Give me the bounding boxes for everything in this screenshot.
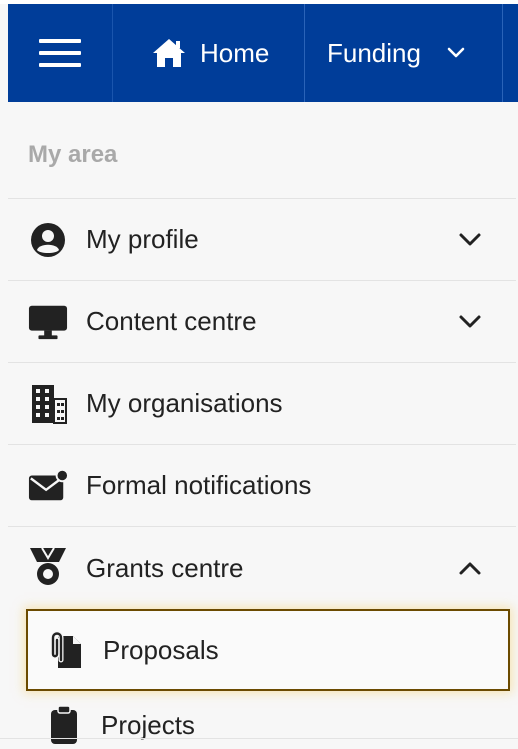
user-circle-icon — [28, 220, 68, 260]
menu-item-label: Formal notifications — [86, 470, 312, 500]
menu-item-label: My organisations — [86, 388, 283, 418]
chevron-down-icon[interactable] — [458, 310, 482, 334]
menu-item-label: Content centre — [86, 306, 257, 336]
menu-toggle-button[interactable] — [8, 4, 112, 102]
clipboard-icon — [46, 705, 82, 745]
submenu-item-proposals[interactable]: Proposals — [26, 609, 510, 691]
nav-funding-dropdown[interactable]: Funding — [327, 4, 465, 102]
header-divider — [502, 4, 503, 102]
side-menu: My area My profile Content centre My org… — [8, 112, 516, 749]
submenu-item-label: Projects — [101, 709, 195, 740]
chevron-down-icon — [447, 47, 465, 58]
submenu-item-label: Proposals — [103, 634, 219, 665]
menu-item-label: My profile — [86, 224, 199, 254]
hamburger-icon — [39, 39, 81, 67]
chevron-up-icon[interactable] — [458, 556, 482, 580]
submenu-item-projects[interactable]: Projects — [8, 691, 516, 749]
menu-item-grants-centre[interactable]: Grants centre — [8, 527, 516, 609]
medal-icon — [28, 547, 68, 588]
header-divider — [112, 4, 113, 102]
menu-item-formal-notifications[interactable]: Formal notifications — [8, 445, 516, 527]
page: Home Funding My area My profile Content … — [0, 0, 518, 749]
menu-item-content-centre[interactable]: Content centre — [8, 281, 516, 363]
home-icon — [153, 39, 185, 67]
menu-section-title: My area — [8, 112, 516, 199]
menu-bottom-divider — [0, 738, 518, 739]
monitor-icon — [28, 302, 68, 342]
menu-item-label: Grants centre — [86, 552, 244, 583]
envelope-notification-icon — [28, 466, 68, 506]
paperclip-document-icon — [48, 630, 84, 670]
nav-funding-label: Funding — [327, 37, 421, 68]
menu-item-my-organisations[interactable]: My organisations — [8, 363, 516, 445]
header-divider — [304, 4, 305, 102]
top-navigation-bar: Home Funding — [8, 4, 518, 102]
nav-home-link[interactable]: Home — [152, 4, 269, 102]
chevron-down-icon[interactable] — [458, 228, 482, 252]
building-icon — [28, 384, 68, 424]
menu-item-my-profile[interactable]: My profile — [8, 199, 516, 281]
nav-home-label: Home — [200, 37, 270, 68]
